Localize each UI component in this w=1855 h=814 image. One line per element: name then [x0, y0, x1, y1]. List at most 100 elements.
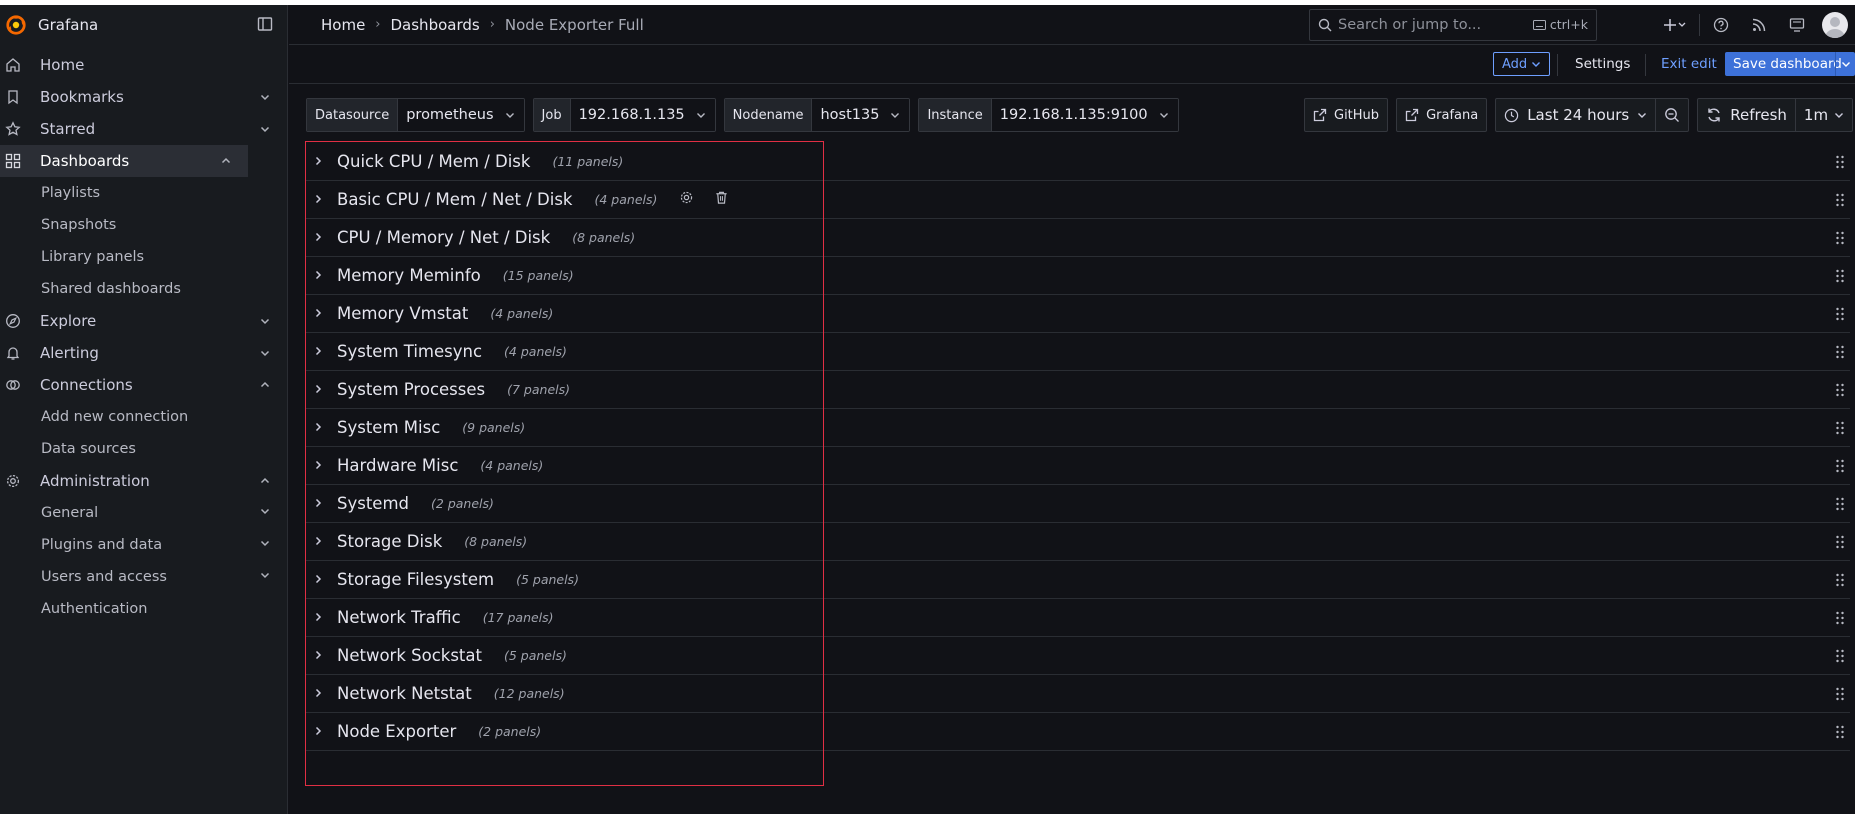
breadcrumb-home[interactable]: Home	[321, 16, 365, 34]
sidebar-item-snapshots[interactable]: Snapshots	[0, 209, 287, 241]
sidebar-item-administration[interactable]: Administration	[0, 465, 287, 497]
row-title[interactable]: Basic CPU / Mem / Net / Disk	[337, 190, 573, 209]
dashboard-row[interactable]: Quick CPU / Mem / Disk (11 panels)	[305, 143, 1850, 181]
sidebar-item-playlists[interactable]: Playlists	[0, 177, 287, 209]
chevron-right-icon[interactable]	[312, 687, 326, 701]
zoom-out-icon[interactable]	[1656, 98, 1688, 132]
chevron-right-icon[interactable]	[312, 307, 326, 321]
kiosk-mode-icon[interactable]	[1778, 5, 1816, 45]
dashboard-row[interactable]: Node Exporter (2 panels)	[305, 713, 1850, 751]
dock-menu-icon[interactable]	[257, 16, 275, 34]
row-title[interactable]: Quick CPU / Mem / Disk	[337, 152, 530, 171]
chevron-right-icon[interactable]	[312, 231, 326, 245]
drag-handle-icon[interactable]	[1834, 269, 1848, 283]
chevron-up-icon[interactable]	[220, 153, 234, 167]
drag-handle-icon[interactable]	[1834, 535, 1848, 549]
chevron-right-icon[interactable]	[312, 725, 326, 739]
dashboard-row[interactable]: CPU / Memory / Net / Disk (8 panels)	[305, 219, 1850, 257]
sidebar-item-users-and-access[interactable]: Users and access	[0, 561, 287, 593]
grafana-logo-icon[interactable]	[4, 13, 28, 37]
time-range-button[interactable]: Last 24 hours	[1496, 98, 1657, 132]
sidebar-item-dashboards[interactable]: Dashboards	[0, 145, 248, 177]
sidebar-item-bookmarks[interactable]: Bookmarks	[0, 81, 287, 113]
trash-icon[interactable]	[714, 190, 729, 209]
dashboard-row[interactable]: Network Netstat (12 panels)	[305, 675, 1850, 713]
chevron-right-icon[interactable]	[312, 497, 326, 511]
github-link-button[interactable]: GitHub	[1304, 98, 1389, 132]
chevron-right-icon[interactable]	[312, 383, 326, 397]
row-title[interactable]: Storage Filesystem	[337, 570, 494, 589]
sidebar-item-explore[interactable]: Explore	[0, 305, 287, 337]
drag-handle-icon[interactable]	[1834, 193, 1848, 207]
dashboard-row[interactable]: Network Sockstat (5 panels)	[305, 637, 1850, 675]
sidebar-item-data-sources[interactable]: Data sources	[0, 433, 287, 465]
chevron-down-icon[interactable]	[259, 537, 273, 551]
dashboard-row[interactable]: Hardware Misc (4 panels)	[305, 447, 1850, 485]
settings-button[interactable]: Settings	[1569, 52, 1636, 76]
sidebar-item-plugins-and-data[interactable]: Plugins and data	[0, 529, 287, 561]
chevron-down-icon[interactable]	[259, 89, 273, 103]
row-title[interactable]: System Misc	[337, 418, 440, 437]
drag-handle-icon[interactable]	[1834, 155, 1848, 169]
drag-handle-icon[interactable]	[1834, 497, 1848, 511]
help-icon[interactable]	[1702, 5, 1740, 45]
chevron-down-icon[interactable]	[259, 569, 273, 583]
dashboard-row[interactable]: System Processes (7 panels)	[305, 371, 1850, 409]
sidebar-item-starred[interactable]: Starred	[0, 113, 287, 145]
refresh-button[interactable]: Refresh	[1698, 98, 1796, 132]
variable-select[interactable]: 192.168.1.135:9100	[991, 99, 1178, 131]
plus-menu-icon[interactable]	[1653, 5, 1697, 45]
save-dashboard-button[interactable]: Save dashboard	[1725, 52, 1855, 76]
search-input[interactable]: Search or jump to... ctrl+k	[1309, 9, 1597, 41]
chevron-up-icon[interactable]	[259, 473, 273, 487]
chevron-right-icon[interactable]	[312, 345, 326, 359]
chevron-down-icon[interactable]	[259, 505, 273, 519]
sidebar-item-add-new-connection[interactable]: Add new connection	[0, 401, 287, 433]
breadcrumb-dashboards[interactable]: Dashboards	[391, 16, 480, 34]
chevron-right-icon[interactable]	[312, 155, 326, 169]
chevron-right-icon[interactable]	[312, 535, 326, 549]
dashboard-row[interactable]: System Misc (9 panels)	[305, 409, 1850, 447]
chevron-right-icon[interactable]	[312, 573, 326, 587]
chevron-right-icon[interactable]	[312, 193, 326, 207]
drag-handle-icon[interactable]	[1834, 231, 1848, 245]
dashboard-row[interactable]: Storage Disk (8 panels)	[305, 523, 1850, 561]
drag-handle-icon[interactable]	[1834, 307, 1848, 321]
drag-handle-icon[interactable]	[1834, 573, 1848, 587]
drag-handle-icon[interactable]	[1834, 649, 1848, 663]
add-button[interactable]: Add	[1493, 52, 1551, 76]
chevron-right-icon[interactable]	[312, 459, 326, 473]
grafana-link-button[interactable]: Grafana	[1396, 98, 1488, 132]
gear-icon[interactable]	[679, 190, 694, 209]
drag-handle-icon[interactable]	[1834, 383, 1848, 397]
save-options-chevron-icon[interactable]	[1835, 52, 1855, 76]
chevron-down-icon[interactable]	[259, 121, 273, 135]
dashboard-row[interactable]: Memory Meminfo (15 panels)	[305, 257, 1850, 295]
dashboard-row[interactable]: Memory Vmstat (4 panels)	[305, 295, 1850, 333]
sidebar-item-home[interactable]: Home	[0, 49, 287, 81]
row-title[interactable]: Hardware Misc	[337, 456, 458, 475]
sidebar-item-alerting[interactable]: Alerting	[0, 337, 287, 369]
row-title[interactable]: Storage Disk	[337, 532, 442, 551]
chevron-down-icon[interactable]	[259, 345, 273, 359]
row-title[interactable]: Memory Meminfo	[337, 266, 481, 285]
row-title[interactable]: CPU / Memory / Net / Disk	[337, 228, 550, 247]
row-title[interactable]: Systemd	[337, 494, 409, 513]
exit-edit-button[interactable]: Exit edit	[1655, 52, 1723, 76]
row-title[interactable]: Network Traffic	[337, 608, 461, 627]
row-title[interactable]: Network Sockstat	[337, 646, 482, 665]
row-title[interactable]: Node Exporter	[337, 722, 456, 741]
drag-handle-icon[interactable]	[1834, 345, 1848, 359]
drag-handle-icon[interactable]	[1834, 687, 1848, 701]
dashboard-row[interactable]: Storage Filesystem (5 panels)	[305, 561, 1850, 599]
sidebar-item-authentication[interactable]: Authentication	[0, 593, 287, 625]
variable-select[interactable]: 192.168.1.135	[570, 99, 715, 131]
drag-handle-icon[interactable]	[1834, 611, 1848, 625]
variable-select[interactable]: prometheus	[398, 99, 524, 131]
row-title[interactable]: System Processes	[337, 380, 485, 399]
drag-handle-icon[interactable]	[1834, 725, 1848, 739]
sidebar-item-shared-dashboards[interactable]: Shared dashboards	[0, 273, 287, 305]
dashboard-row[interactable]: Network Traffic (17 panels)	[305, 599, 1850, 637]
sidebar-item-library-panels[interactable]: Library panels	[0, 241, 287, 273]
drag-handle-icon[interactable]	[1834, 459, 1848, 473]
